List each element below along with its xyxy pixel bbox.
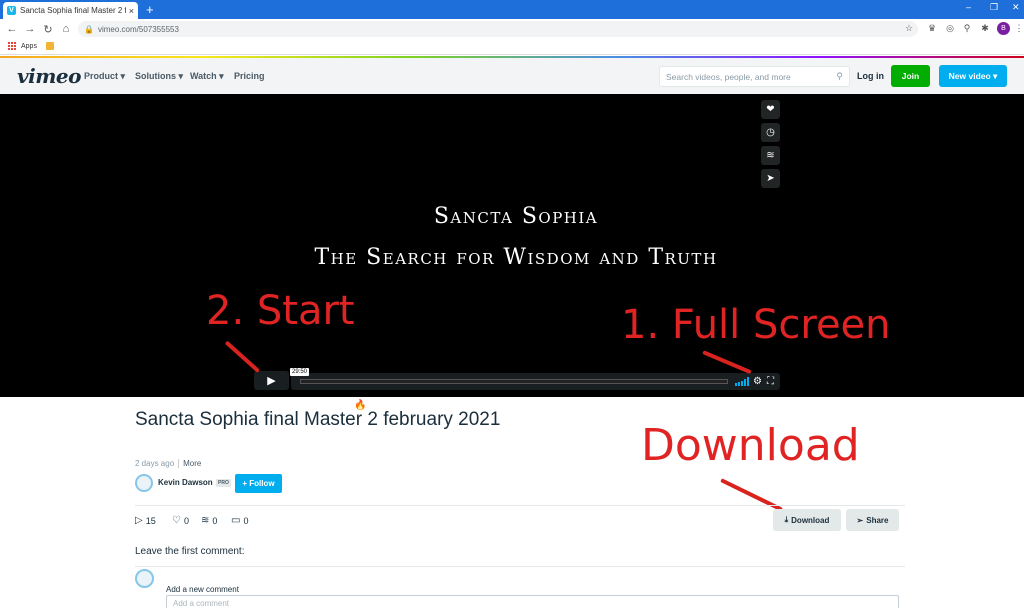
extension-icon[interactable]: ◎ [944,22,956,34]
apps-bookmark[interactable]: Apps [21,43,37,50]
tab-title: Sancta Sophia final Master 2 feb [20,6,126,15]
home-icon[interactable]: ⌂ [59,19,73,39]
likes-stat[interactable]: ♡ 0 [172,515,189,526]
video-meta: 2 days ago More [135,459,202,468]
close-tab-icon[interactable]: × [129,6,134,16]
annotation-fullscreen: 1. Full Screen [621,302,891,348]
folder-icon[interactable] [46,42,54,50]
settings-gear-icon[interactable]: ⚙ [753,376,762,387]
author-name[interactable]: Kevin Dawson [158,478,213,487]
new-tab-button[interactable]: + [146,2,154,17]
plays-stat[interactable]: ▷ 15 [135,515,156,526]
vimeo-logo[interactable]: vimeo [17,64,81,88]
pro-badge: PRO [216,479,231,487]
profile-avatar[interactable]: B [997,22,1010,35]
address-bar[interactable]: 🔒 vimeo.com/507355553 [78,21,918,37]
progress-bar[interactable] [300,379,728,384]
leave-comment-prompt: Leave the first comment: [135,546,245,557]
divider [135,566,905,567]
clock-icon[interactable]: ◷ [761,123,780,142]
lock-icon: 🔒 [84,24,94,34]
download-icon: ⤓ [784,515,789,524]
restore-icon[interactable]: ❐ [990,2,998,13]
play-button[interactable]: ▶ [254,371,289,390]
extension-icon[interactable]: ⚲ [961,22,973,34]
forward-icon[interactable]: → [23,19,37,39]
comment-icon: ▭ [231,515,241,526]
browser-tab[interactable]: V Sancta Sophia final Master 2 feb × [3,2,138,19]
menu-dots-icon[interactable]: ⋮ [1013,22,1024,34]
url-text: vimeo.com/507355553 [97,24,179,34]
posted-date: 2 days ago [135,459,175,468]
nav-product[interactable]: Product ▾ [84,71,125,82]
divider [135,505,905,506]
video-title-card-line2: The Search for Wisdom and Truth [314,245,718,270]
nav-watch[interactable]: Watch ▾ [190,71,224,82]
bookmarks-bar: Apps [0,39,1024,55]
reload-icon[interactable]: ↻ [41,19,55,39]
annotation-start: 2. Start [206,288,355,334]
layers-icon[interactable]: ≋ [761,146,780,165]
extension-icon[interactable]: ♛ [926,22,938,34]
video-title-card-line1: Sancta Sophia [433,204,599,229]
puzzle-icon[interactable]: ✱ [979,22,991,34]
send-icon[interactable]: ➤ [761,169,780,188]
annotation-arrow-download [720,478,783,512]
share-icon: ➢ [856,515,864,525]
back-icon[interactable]: ← [5,19,19,39]
volume-icon[interactable] [735,377,749,386]
browser-tab-bar: V Sancta Sophia final Master 2 feb × + –… [0,0,1024,19]
heart-icon[interactable]: ❤ [761,100,780,119]
follow-button[interactable]: + Follow [235,474,282,493]
play-outline-icon: ▷ [135,515,143,526]
share-button[interactable]: ➢ Share [846,509,899,531]
collections-stat[interactable]: ≋ 0 [201,515,217,526]
add-comment-label: Add a new comment [166,585,239,594]
minimize-icon[interactable]: – [966,2,971,12]
more-link[interactable]: More [178,459,202,468]
close-window-icon[interactable]: ✕ [1012,2,1020,13]
new-video-button[interactable]: New video ▾ [939,65,1007,87]
comments-stat[interactable]: ▭ 0 [231,515,248,526]
duration-label: 29:50 [290,368,310,376]
join-button[interactable]: Join [891,65,930,87]
login-link[interactable]: Log in [857,71,884,81]
nav-solutions[interactable]: Solutions ▾ [135,71,183,82]
comment-input[interactable]: Add a comment [166,595,899,608]
layers-outline-icon: ≋ [201,515,210,526]
apps-grid-icon[interactable] [8,42,16,50]
search-input[interactable]: Search videos, people, and more ⚲ [659,66,850,87]
author-avatar[interactable] [135,474,153,492]
page-title: Sancta Sophia final Master 2 february 20… [135,409,501,430]
nav-pricing[interactable]: Pricing [234,71,265,81]
search-icon[interactable]: ⚲ [836,71,843,82]
fullscreen-icon[interactable]: ⛶ [767,376,774,387]
vimeo-favicon-icon: V [7,6,16,15]
annotation-download: Download [641,420,860,471]
download-button[interactable]: ⤓ Download [773,509,841,531]
commenter-avatar [135,569,154,588]
heart-outline-icon: ♡ [172,515,181,526]
bookmark-star-icon[interactable]: ☆ [903,22,915,34]
